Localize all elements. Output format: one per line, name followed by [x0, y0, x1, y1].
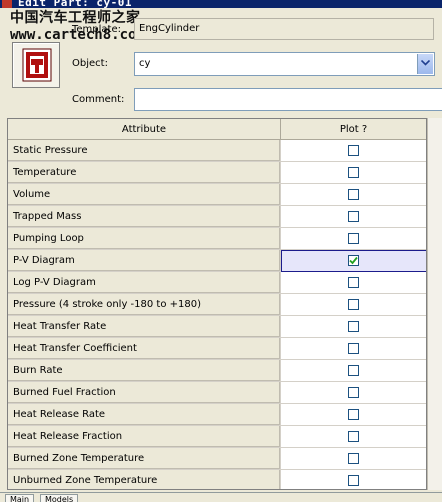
checkmark-icon — [349, 256, 358, 265]
tab-strip: Main Models — [0, 492, 442, 502]
attribute-name: Burned Fuel Fraction — [8, 381, 281, 404]
table-row[interactable]: Heat Transfer Rate — [8, 315, 426, 338]
comment-label: Comment: — [72, 94, 125, 105]
table-row[interactable]: P-V Diagram — [8, 249, 426, 272]
table-row[interactable]: Pressure (4 stroke only -180 to +180) — [8, 293, 426, 316]
table-row[interactable]: Heat Release Fraction — [8, 425, 426, 448]
plot-cell[interactable] — [280, 205, 426, 228]
plot-checkbox[interactable] — [348, 364, 360, 376]
plot-cell[interactable] — [280, 315, 426, 338]
plot-cell[interactable] — [280, 271, 426, 294]
vertical-scrollbar[interactable] — [427, 118, 442, 490]
attribute-name: Unburned Zone Temperature — [8, 469, 281, 489]
plot-checkbox[interactable] — [348, 452, 360, 464]
plot-cell[interactable] — [280, 249, 426, 272]
table-row[interactable]: Volume — [8, 183, 426, 206]
attribute-name: Heat Release Fraction — [8, 425, 281, 448]
template-value: EngCylinder — [134, 18, 434, 40]
plot-cell[interactable] — [280, 425, 426, 448]
table-row[interactable]: Unburned Zone Temperature — [8, 469, 426, 489]
plot-cell[interactable] — [280, 447, 426, 470]
plot-checkbox[interactable] — [348, 320, 360, 332]
plot-column-header[interactable]: Plot ? — [280, 119, 426, 140]
object-select-value: cy — [139, 58, 151, 69]
attribute-name: Heat Transfer Rate — [8, 315, 281, 338]
plot-checkbox[interactable] — [348, 188, 360, 200]
attribute-name: Static Pressure — [8, 139, 281, 162]
attribute-name: Heat Release Rate — [8, 403, 281, 426]
attribute-name: Burn Rate — [8, 359, 281, 382]
plot-checkbox[interactable] — [348, 386, 360, 398]
table-row[interactable]: Static Pressure — [8, 139, 426, 162]
plot-checkbox[interactable] — [348, 276, 360, 288]
table-row[interactable]: Trapped Mass — [8, 205, 426, 228]
plot-checkbox[interactable] — [348, 298, 360, 310]
plot-cell[interactable] — [280, 469, 426, 489]
plot-cell[interactable] — [280, 359, 426, 382]
table-row[interactable]: Heat Release Rate — [8, 403, 426, 426]
plot-checkbox[interactable] — [348, 144, 360, 156]
object-select[interactable]: cy — [134, 52, 435, 76]
attribute-name: Heat Transfer Coefficient — [8, 337, 281, 360]
attribute-name: Log P-V Diagram — [8, 271, 281, 294]
plot-cell[interactable] — [280, 381, 426, 404]
attribute-name: Temperature — [8, 161, 281, 184]
table-row[interactable]: Heat Transfer Coefficient — [8, 337, 426, 360]
tab-main[interactable]: Main — [5, 494, 35, 502]
comment-input[interactable] — [134, 88, 442, 111]
attribute-name: Pressure (4 stroke only -180 to +180) — [8, 293, 281, 316]
table-row[interactable]: Burn Rate — [8, 359, 426, 382]
plot-cell[interactable] — [280, 337, 426, 360]
table-row[interactable]: Burned Zone Temperature — [8, 447, 426, 470]
attribute-name: Trapped Mass — [8, 205, 281, 228]
plot-checkbox[interactable] — [348, 166, 360, 178]
attribute-name: P-V Diagram — [8, 249, 281, 272]
table-row[interactable]: Burned Fuel Fraction — [8, 381, 426, 404]
object-dropdown-button[interactable] — [417, 54, 433, 74]
object-label: Object: — [72, 58, 108, 69]
attribute-name: Pumping Loop — [8, 227, 281, 250]
plot-cell[interactable] — [280, 403, 426, 426]
plot-checkbox[interactable] — [348, 210, 360, 222]
plot-cell[interactable] — [280, 293, 426, 316]
plot-checkbox[interactable] — [348, 408, 360, 420]
plot-checkbox[interactable] — [348, 232, 360, 244]
table-row[interactable]: Pumping Loop — [8, 227, 426, 250]
attribute-name: Volume — [8, 183, 281, 206]
part-icon-button[interactable] — [12, 42, 60, 88]
attribute-rows: Static Pressure Temperature Volume Trapped … — [8, 139, 426, 489]
table-row[interactable]: Temperature — [8, 161, 426, 184]
engine-cylinder-icon — [22, 48, 52, 82]
plot-cell[interactable] — [280, 161, 426, 184]
chevron-down-icon — [421, 60, 430, 66]
tab-models[interactable]: Models — [40, 494, 79, 502]
attribute-column-header[interactable]: Attribute — [8, 119, 281, 140]
plot-checkbox[interactable] — [348, 430, 360, 442]
plot-checkbox[interactable] — [348, 254, 360, 266]
attribute-plot-table: Attribute Plot ? Static Pressure Temperat… — [7, 118, 427, 490]
plot-cell[interactable] — [280, 139, 426, 162]
table-row[interactable]: Log P-V Diagram — [8, 271, 426, 294]
plot-checkbox[interactable] — [348, 342, 360, 354]
attribute-name: Burned Zone Temperature — [8, 447, 281, 470]
plot-cell[interactable] — [280, 183, 426, 206]
template-label: Template: — [72, 24, 121, 35]
plot-checkbox[interactable] — [348, 474, 360, 486]
plot-cell[interactable] — [280, 227, 426, 250]
